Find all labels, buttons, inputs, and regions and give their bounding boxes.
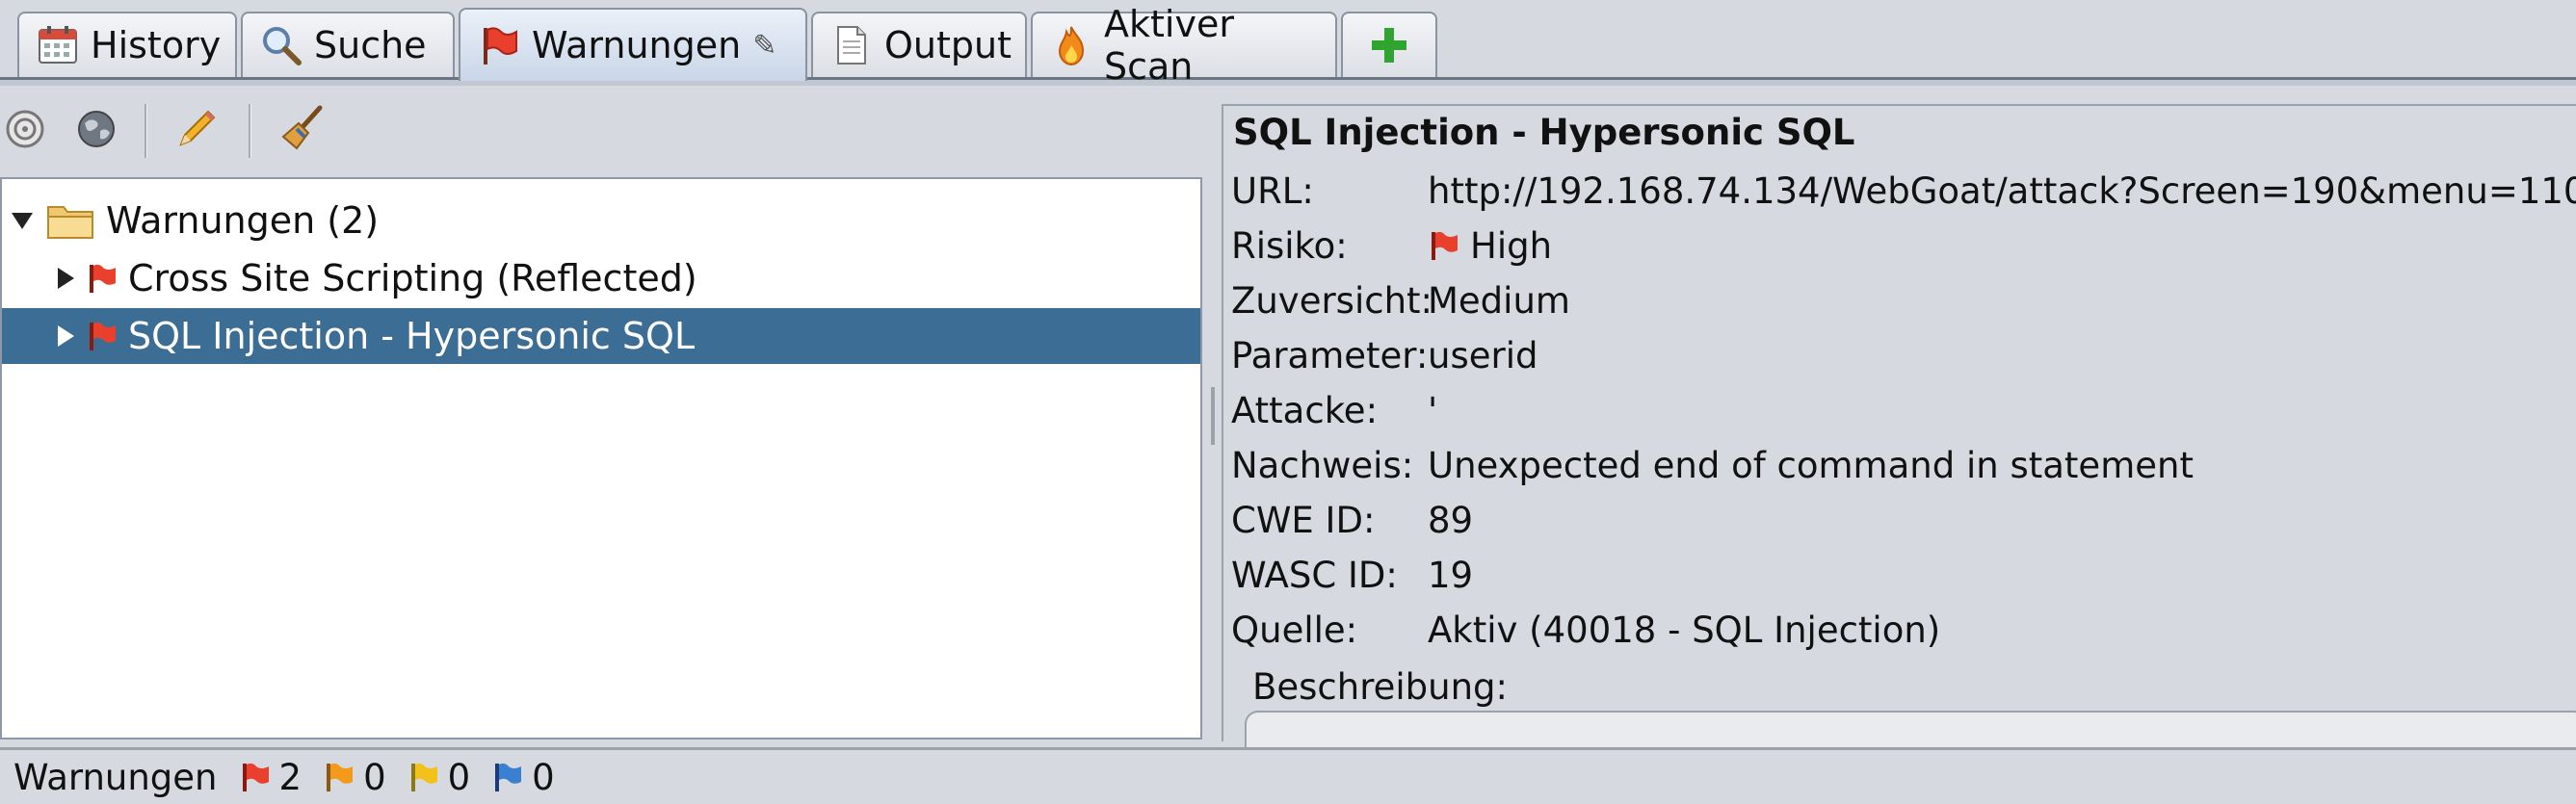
detail-row-source: Quelle: Aktiv (40018 - SQL Injection): [1231, 605, 1940, 655]
target-icon: [4, 108, 46, 154]
detail-value-attack: ': [1428, 389, 1438, 431]
detail-row-risk: Risiko: High: [1231, 220, 1552, 271]
folder-icon: [46, 201, 94, 240]
blue-flag-icon: [491, 761, 524, 793]
alerts-tree-panel: Warnungen (2) Cross Site Scripting (Refl…: [0, 92, 1206, 741]
tab-output-label: Output: [884, 24, 1012, 66]
alert-detail-panel: SQL Injection - Hypersonic SQL URL: http…: [1222, 104, 2576, 772]
high-risk-flag-icon: [86, 262, 118, 295]
splitter-grip[interactable]: [1211, 387, 1215, 445]
globe-button[interactable]: [71, 106, 121, 156]
expand-arrow-icon[interactable]: [58, 325, 74, 347]
red-flag-icon: [478, 24, 520, 66]
tree-item-xss[interactable]: Cross Site Scripting (Reflected): [2, 250, 1200, 306]
tree-item-label: SQL Injection - Hypersonic SQL: [128, 315, 696, 357]
status-count-high: 2: [239, 757, 302, 798]
status-count-value: 0: [363, 756, 386, 798]
status-count-value: 2: [278, 756, 302, 798]
status-bar: Warnungen 2 0 0 0: [0, 747, 2576, 804]
tab-bar: History Suche Warnungen ✎ Output Aktiver…: [0, 0, 2576, 88]
detail-row-evidence: Nachweis: Unexpected end of command in s…: [1231, 440, 2194, 490]
detail-row-wasc: WASC ID: 19: [1231, 550, 1473, 600]
tab-warnungen[interactable]: Warnungen ✎: [459, 8, 807, 81]
tab-output[interactable]: Output: [811, 12, 1027, 77]
detail-label: Quelle:: [1231, 609, 1358, 651]
detail-value-wasc: 19: [1428, 554, 1474, 596]
detail-value-confidence: Medium: [1428, 279, 1570, 322]
detail-value-evidence: Unexpected end of command in statement: [1428, 444, 2194, 486]
flame-icon: [1050, 24, 1092, 66]
status-count-value: 0: [447, 756, 471, 798]
tree-item-label: Cross Site Scripting (Reflected): [128, 257, 697, 299]
tree-item-sql-injection[interactable]: SQL Injection - Hypersonic SQL: [2, 308, 1200, 364]
detail-value-url[interactable]: http://192.168.74.134/WebGoat/attack?Scr…: [1428, 170, 2576, 212]
detail-value-cwe: 89: [1428, 499, 1474, 541]
detail-row-confidence: Zuversicht: Medium: [1231, 275, 1570, 325]
alerts-tree: Warnungen (2) Cross Site Scripting (Refl…: [0, 177, 1202, 739]
detail-row-parameter: Parameter: userid: [1231, 330, 1538, 380]
pin-icon[interactable]: ✎: [752, 29, 776, 63]
tab-warnungen-label: Warnungen: [532, 24, 742, 66]
plus-icon: [1368, 24, 1410, 66]
magnifier-icon: [260, 24, 302, 66]
detail-label: CWE ID:: [1231, 499, 1376, 541]
detail-row-url: URL: http://192.168.74.134/WebGoat/attac…: [1231, 166, 2576, 216]
status-count-low: 0: [407, 756, 471, 798]
tab-suche-label: Suche: [314, 24, 427, 66]
detail-label: Zuversicht:: [1231, 279, 1433, 322]
globe-icon: [75, 108, 118, 154]
alerts-toolbar: [0, 92, 1206, 169]
detail-value-risk: High: [1428, 225, 1552, 267]
calendar-icon: [37, 24, 79, 66]
detail-value-parameter: userid: [1428, 334, 1538, 376]
tab-history[interactable]: History: [17, 12, 237, 77]
pencil-icon: [173, 106, 220, 156]
document-icon: [830, 24, 873, 66]
clean-button[interactable]: [277, 104, 328, 158]
edit-button[interactable]: [171, 106, 222, 156]
high-risk-flag-icon: [86, 320, 118, 352]
panel-splitter[interactable]: [1206, 92, 1220, 741]
detail-label: Risiko:: [1231, 224, 1348, 267]
detail-label: Attacke:: [1231, 389, 1379, 431]
tree-root-label: Warnungen (2): [106, 199, 380, 242]
status-count-medium: 0: [323, 757, 386, 798]
yellow-flag-icon: [407, 761, 440, 793]
tab-suche[interactable]: Suche: [241, 12, 455, 77]
detail-value-source: Aktiv (40018 - SQL Injection): [1428, 609, 1941, 651]
orange-flag-icon: [323, 761, 355, 793]
add-tab-button[interactable]: [1341, 12, 1437, 77]
risk-text: High: [1470, 224, 1553, 267]
detail-row-cwe: CWE ID: 89: [1231, 495, 1473, 545]
detail-label: URL:: [1231, 169, 1314, 212]
detail-row-attack: Attacke: ': [1231, 385, 1437, 435]
toolbar-separator: [145, 104, 147, 158]
tab-aktiver-scan-label: Aktiver Scan: [1104, 3, 1234, 88]
target-button[interactable]: [0, 106, 50, 156]
alert-title: SQL Injection - Hypersonic SQL: [1233, 112, 1855, 153]
expand-arrow-icon[interactable]: [58, 268, 74, 289]
broom-icon: [277, 104, 328, 158]
description-label: Beschreibung:: [1252, 666, 1508, 708]
toolbar-separator: [249, 104, 251, 158]
expand-arrow-icon[interactable]: [12, 212, 33, 229]
tab-history-label: History: [91, 24, 222, 66]
high-risk-flag-icon: [1428, 229, 1460, 262]
status-count-info: 0: [491, 757, 555, 798]
red-flag-icon: [239, 761, 272, 793]
tree-root-warnungen[interactable]: Warnungen (2): [2, 193, 1200, 248]
detail-label: Nachweis:: [1231, 444, 1414, 486]
detail-label: WASC ID:: [1231, 554, 1398, 596]
status-count-value: 0: [532, 756, 555, 798]
tab-aktiver-scan[interactable]: Aktiver Scan: [1031, 3, 1337, 88]
status-alerts-label: Warnungen: [13, 756, 218, 798]
detail-label: Parameter:: [1231, 334, 1429, 376]
